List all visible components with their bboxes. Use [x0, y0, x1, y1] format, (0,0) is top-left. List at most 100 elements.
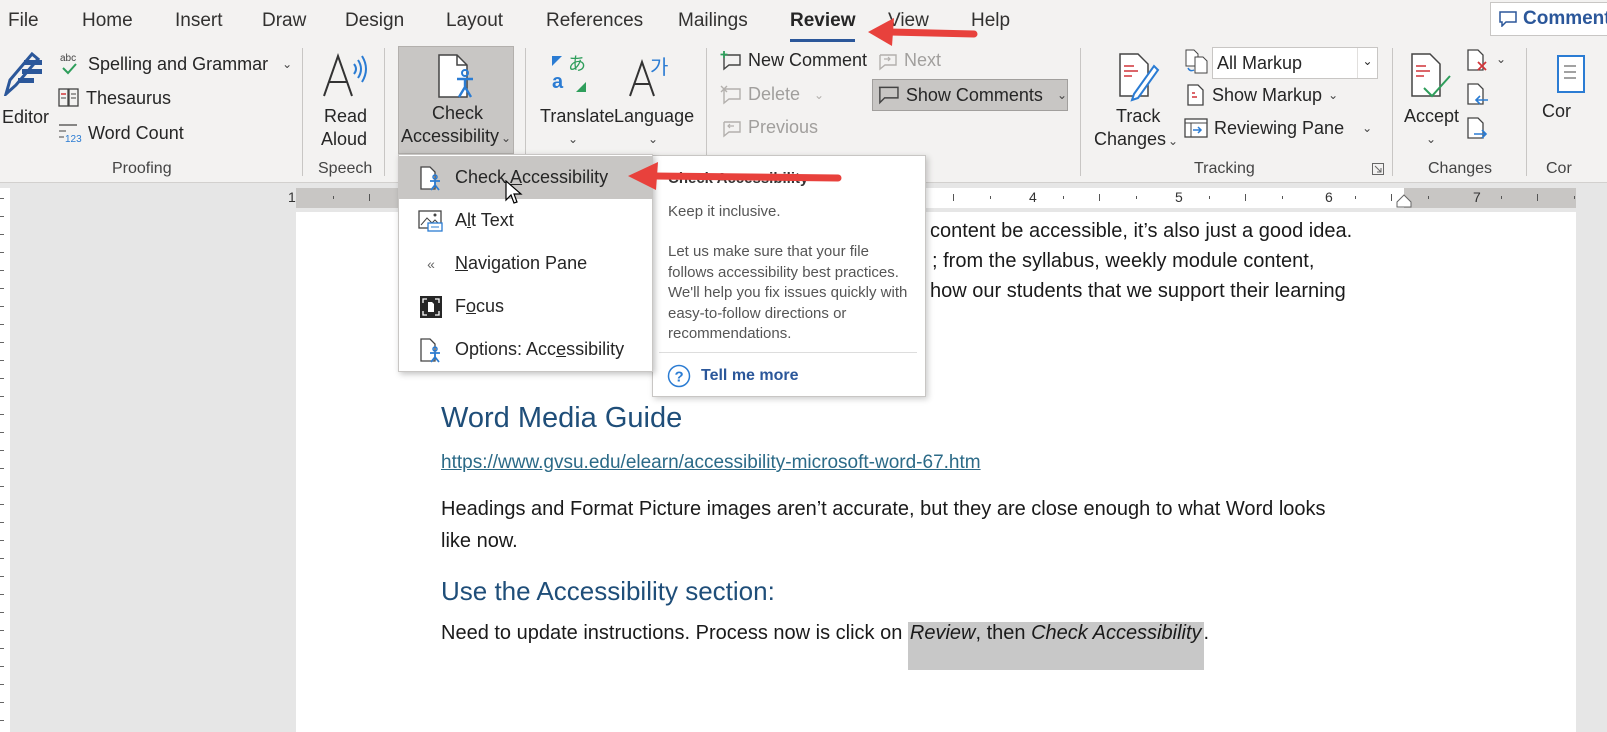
ruler-tick: [953, 194, 954, 201]
track-changes-button[interactable]: Track Changes ⌄: [1092, 48, 1178, 149]
new-comment-button[interactable]: New Comment: [720, 50, 867, 71]
dialog-launcher-icon[interactable]: [1372, 163, 1384, 175]
thesaurus-button[interactable]: Thesaurus: [58, 87, 171, 109]
display-for-review-icon: [1185, 49, 1208, 74]
next-label: Next: [904, 50, 942, 70]
tab-layout[interactable]: Layout: [446, 10, 503, 32]
accept-button[interactable]: Accept ⌄: [1400, 48, 1464, 148]
group-separator: [302, 48, 303, 176]
track-changes-icon: [1119, 53, 1160, 102]
delete-comment-button[interactable]: Delete ⌄: [720, 84, 824, 105]
ruler-tick: [0, 378, 4, 379]
editor-button[interactable]: Editor: [0, 48, 50, 128]
translate-button[interactable]: aあ Translate ⌄: [536, 48, 614, 148]
reviewing-pane-button[interactable]: Reviewing Pane ⌄: [1184, 117, 1372, 139]
heading-word-media-guide: Word Media Guide: [441, 402, 683, 434]
ruler-tick: [0, 612, 4, 613]
svg-text:123: 123: [65, 134, 82, 144]
menu-item-focus[interactable]: Focus: [399, 285, 652, 328]
check-accessibility-label-1: Check: [432, 103, 484, 123]
ruler-tick: [989, 196, 991, 199]
tooltip-tagline: Keep it inclusive.: [668, 203, 781, 220]
tab-draw[interactable]: Draw: [262, 10, 306, 32]
ruler-tick: [1573, 196, 1575, 199]
chevron-down-icon[interactable]: ⌄: [1496, 52, 1506, 66]
ruler-tick: [0, 198, 4, 199]
show-markup-label: Show Markup: [1212, 84, 1323, 105]
tab-review[interactable]: Review: [790, 10, 856, 43]
tab-insert[interactable]: Insert: [175, 10, 223, 32]
new-comment-label: New Comment: [748, 50, 868, 70]
ruler-tick: [1391, 194, 1392, 201]
new-comment-icon: [720, 50, 741, 70]
ruler-number: 1: [288, 189, 296, 205]
check-accessibility-button[interactable]: Check Accessibility ⌄: [398, 46, 514, 154]
annotation-arrow-check-accessibility: [628, 162, 842, 190]
delete-comment-icon: [720, 85, 741, 104]
next-comment-icon: [879, 53, 897, 70]
ruler-tick: [0, 324, 4, 325]
ruler-number: 6: [1325, 189, 1333, 205]
ruler-tick: [0, 486, 4, 487]
next-comment-button[interactable]: Next: [876, 50, 941, 71]
ruler-tick: [0, 630, 4, 631]
ruler-tick: [0, 342, 4, 343]
comments-button[interactable]: Comments: [1490, 2, 1607, 36]
tab-mailings[interactable]: Mailings: [678, 10, 748, 32]
previous-comment-button[interactable]: Previous: [720, 117, 818, 138]
tab-home[interactable]: Home: [82, 10, 133, 32]
tab-design[interactable]: Design: [345, 10, 404, 32]
read-aloud-button[interactable]: Read Aloud: [312, 48, 378, 149]
spelling-check-icon: abc: [60, 53, 77, 75]
show-comments-button[interactable]: Show Comments ⌄: [872, 79, 1068, 111]
heading-use-accessibility: Use the Accessibility section:: [441, 576, 775, 606]
previous-label: Previous: [748, 117, 819, 137]
changes-group-label: Changes: [1428, 160, 1493, 177]
editor-pen-icon: [3, 51, 42, 96]
previous-change-icon[interactable]: [1466, 82, 1490, 108]
menu-item-check-accessibility[interactable]: Check Accessibility: [399, 156, 652, 199]
svg-text:abc: abc: [60, 53, 76, 64]
ruler-tick: [0, 684, 4, 685]
ruler-tick: [1500, 196, 1502, 199]
ruler-tick: [0, 522, 4, 523]
markup-select[interactable]: All Markup ⌄: [1212, 47, 1378, 79]
vertical-ruler: [0, 188, 10, 732]
thesaurus-label: Thesaurus: [86, 87, 172, 108]
ruler-tick: [1135, 196, 1137, 199]
chevron-down-icon[interactable]: ⌄: [1357, 48, 1377, 78]
ruler-tick: [1537, 194, 1538, 201]
tell-me-more-label: Tell me more: [701, 367, 799, 384]
doc-paragraph-line: Headings and Format Picture images aren’…: [441, 498, 1326, 520]
tell-me-more-link[interactable]: ? Tell me more: [667, 364, 799, 388]
accessibility-doc-icon: [420, 165, 440, 191]
menu-item-navigation-pane[interactable]: « Navigation Pane: [399, 242, 652, 285]
ruler-number: 4: [1029, 189, 1037, 205]
ruler-tick: [0, 576, 4, 577]
translate-label: Translate: [540, 106, 615, 126]
ruler-tick: [1245, 194, 1246, 201]
menu-item-options-accessibility[interactable]: Options: Accessibility: [399, 328, 652, 371]
spelling-grammar-label: Spelling and Grammar: [88, 53, 269, 74]
compare-icon[interactable]: [1556, 54, 1586, 94]
word-count-button[interactable]: 123 Word Count: [58, 122, 184, 144]
ruler-tick: [0, 504, 4, 505]
reject-icon[interactable]: [1466, 48, 1490, 74]
text-run: .: [1203, 622, 1210, 644]
compare-label[interactable]: Cor: [1542, 100, 1571, 123]
show-markup-button[interactable]: Show Markup ⌄: [1186, 83, 1338, 107]
right-indent-marker[interactable]: [1396, 194, 1412, 208]
chevron-down-icon: ⌄: [1328, 88, 1339, 102]
ruler-tick: [0, 702, 4, 703]
tab-file[interactable]: File: [8, 10, 39, 32]
gvsu-link[interactable]: https://www.gvsu.edu/elearn/accessibilit…: [441, 452, 981, 474]
menu-item-alt-text[interactable]: Alt Text: [399, 199, 652, 242]
check-accessibility-label-2: Accessibility: [401, 126, 500, 146]
spelling-grammar-button[interactable]: abc Spelling and Grammar ⌄: [60, 52, 292, 76]
markup-select-value: All Markup: [1217, 53, 1303, 73]
next-change-icon[interactable]: [1466, 116, 1490, 142]
language-button[interactable]: 가 Language ⌄: [612, 48, 694, 148]
tab-references[interactable]: References: [546, 10, 643, 32]
read-aloud-icon: [323, 52, 367, 97]
show-markup-icon: [1187, 84, 1204, 106]
